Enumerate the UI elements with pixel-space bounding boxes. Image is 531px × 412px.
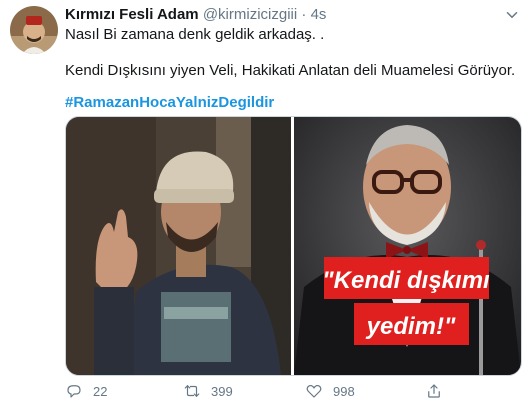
timestamp[interactable]: 4s bbox=[311, 6, 327, 23]
author-name[interactable]: Kırmızı Fesli Adam bbox=[65, 6, 199, 23]
tweet-media[interactable]: "Kendi dışkımı yedim!" bbox=[65, 116, 522, 376]
reply-icon bbox=[67, 385, 81, 398]
reply-count: 22 bbox=[93, 383, 108, 399]
image-caption-line-2: yedim!" bbox=[366, 313, 456, 340]
share-button[interactable] bbox=[425, 380, 453, 402]
photo-man-in-beanie[interactable] bbox=[66, 117, 291, 375]
action-bar: 22 399 998 bbox=[65, 380, 520, 402]
reply-button[interactable]: 22 bbox=[65, 380, 107, 402]
like-count: 998 bbox=[333, 383, 355, 399]
tweet-text-line-2: Kendi Dışkısını yiyen Veli, Hakikati Anl… bbox=[65, 62, 516, 79]
tweet[interactable]: Kırmızı Fesli Adam @kirmizicizgiii · 4s … bbox=[0, 0, 531, 412]
tweet-text-line-1: Nasıl Bi zamana denk geldik arkadaş. . bbox=[65, 26, 325, 43]
avatar[interactable] bbox=[10, 6, 58, 54]
avatar-image bbox=[10, 6, 58, 54]
retweet-button[interactable]: 399 bbox=[183, 380, 233, 402]
image-caption-line-1: "Kendi dışkımı bbox=[322, 267, 490, 294]
share-icon bbox=[428, 384, 440, 398]
like-button[interactable]: 998 bbox=[305, 380, 355, 402]
author-handle[interactable]: @kirmizicizgiii bbox=[203, 6, 297, 23]
retweet-count: 399 bbox=[211, 383, 233, 399]
tweet-header: Kırmızı Fesli Adam @kirmizicizgiii · 4s bbox=[65, 6, 326, 24]
like-icon bbox=[306, 384, 322, 398]
chevron-down-icon[interactable] bbox=[503, 6, 521, 24]
hashtag-link[interactable]: #RamazanHocaYalnizDegildir bbox=[65, 94, 274, 112]
retweet-icon bbox=[184, 385, 200, 397]
photo-man-in-bowtie[interactable]: "Kendi dışkımı yedim!" bbox=[294, 117, 521, 375]
separator-dot: · bbox=[301, 6, 307, 23]
